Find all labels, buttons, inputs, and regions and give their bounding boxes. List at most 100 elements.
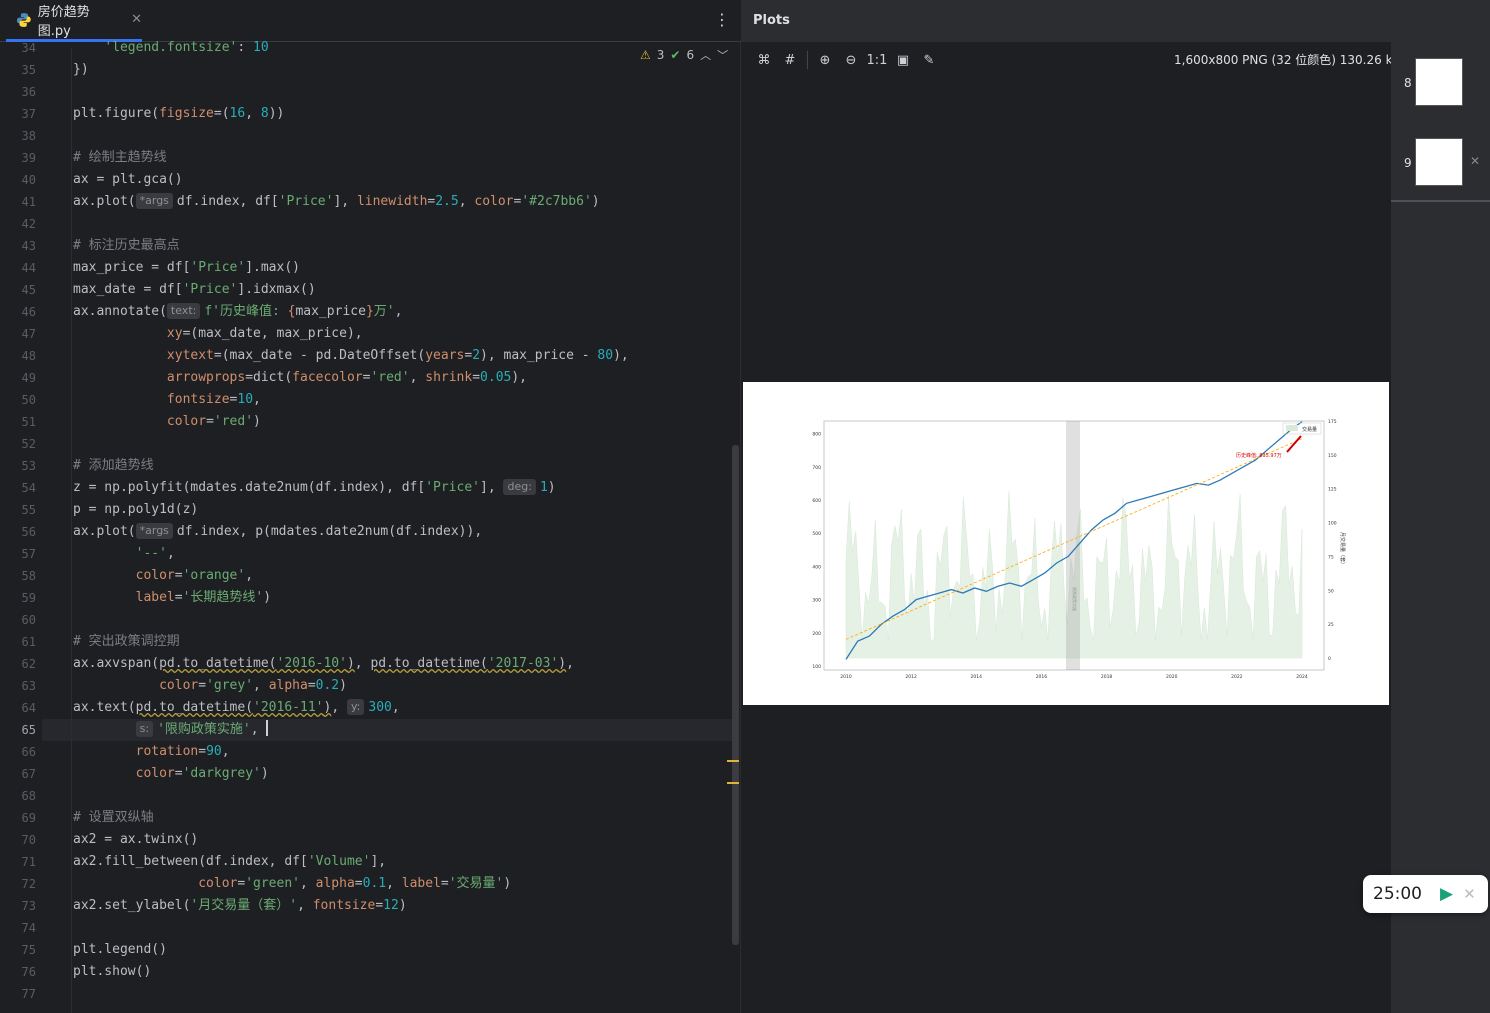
warning-icon: ⚠ (640, 48, 651, 62)
line-number: 64 (21, 701, 36, 715)
code-line: s: '限购政策实施', (73, 719, 269, 741)
y2-tick-label: 175 (1328, 419, 1337, 425)
line-number: 67 (21, 767, 36, 781)
close-icon[interactable]: ✕ (1463, 885, 1476, 903)
code-line: # 标注历史最高点 (73, 238, 180, 253)
line-number: 76 (21, 965, 36, 979)
line-number: 72 (21, 877, 36, 891)
y2-tick-label: 50 (1328, 588, 1334, 594)
thumbnail-number: 9 (1404, 156, 1412, 170)
y-tick-label: 800 (812, 432, 821, 438)
code-line: ax.text(pd.to_datetime('2016-11'), y: 300… (73, 699, 400, 715)
line-number: 48 (21, 349, 36, 363)
y-tick-label: 500 (812, 531, 821, 537)
code-line: z = np.polyfit(mdates.date2num(df.index)… (73, 479, 556, 495)
line-number: 53 (21, 459, 36, 473)
x-tick-label: 2014 (971, 674, 983, 680)
line-number: 39 (21, 151, 36, 165)
crop-icon[interactable]: # (777, 50, 803, 70)
line-number: 62 (21, 657, 36, 671)
plots-panel: Plots ⌘ # ⊕ ⊖ 1:1 ▣ ✎ 1,600x800 PNG (32 … (741, 0, 1490, 1013)
more-vertical-icon[interactable]: ⋮ (714, 10, 730, 30)
param-hint: *args (135, 523, 173, 539)
x-tick-label: 2016 (1036, 674, 1048, 680)
line-number: 61 (21, 635, 36, 649)
line-number: 47 (21, 327, 36, 341)
code-line: ax2.set_ylabel('月交易量（套）', fontsize=12) (73, 898, 407, 913)
close-icon[interactable]: ✕ (131, 12, 142, 27)
chevron-down-icon[interactable]: ﹀ (717, 47, 728, 63)
y-tick-label: 600 (812, 498, 821, 504)
line-number: 60 (21, 613, 36, 627)
thumbnail-item-selected[interactable]: 9 ✕ (1391, 122, 1490, 202)
code-line: 'legend.fontsize': 10 (104, 40, 269, 55)
tab-label: 房价趋势图.py (37, 4, 90, 39)
code-editor[interactable]: 房价趋势图.py ✕ ⋮ ⚠ 3 ✔ 6 ︿ ﹀ 34 35 36 37 38 39 40 41 4… (0, 0, 741, 1013)
line-number: 36 (21, 85, 36, 99)
annotation-text: 历史峰值: 835.97万 (1236, 452, 1282, 459)
x-tick-label: 2010 (840, 674, 852, 680)
line-number: 57 (21, 547, 36, 561)
plots-thumbnail-list: 8 9 ✕ (1391, 42, 1490, 1013)
play-icon[interactable]: ▶ (1440, 884, 1453, 904)
chevron-up-icon[interactable]: ︿ (700, 47, 711, 63)
tab-file[interactable]: 房价趋势图.py ✕ (6, 0, 142, 42)
image-icon[interactable]: ▣ (890, 50, 916, 70)
line-number: 51 (21, 415, 36, 429)
line-number: 50 (21, 393, 36, 407)
line-number: 75 (21, 943, 36, 957)
close-icon[interactable]: ✕ (1470, 154, 1480, 168)
code-line: rotation=90, (135, 744, 230, 759)
line-number: 41 (21, 195, 36, 209)
zoom-in-icon[interactable]: ⊕ (812, 50, 838, 70)
warning-marker[interactable] (727, 760, 739, 762)
code-line: plt.legend() (73, 942, 167, 957)
code-line: fontsize=10, (166, 392, 261, 407)
plots-toolbar: ⌘ # ⊕ ⊖ 1:1 ▣ ✎ (751, 50, 942, 70)
zoom-out-icon[interactable]: ⊖ (838, 50, 864, 70)
code-line: }) (73, 62, 89, 77)
code-line: # 绘制主趋势线 (73, 150, 167, 165)
line-number: 58 (21, 569, 36, 583)
line-number: 54 (21, 481, 36, 495)
code-line: ax.annotate(text: f'历史峰值: {max_price}万', (73, 303, 403, 319)
y-tick-label: 200 (812, 631, 821, 637)
color-picker-icon[interactable]: ✎ (916, 50, 942, 70)
line-number: 34 (21, 41, 36, 55)
line-number: 40 (21, 173, 36, 187)
line-number: 45 (21, 283, 36, 297)
line-number: 77 (21, 987, 36, 1001)
text-caret (266, 720, 269, 736)
warning-count: 3 (656, 48, 665, 62)
param-hint: s: (135, 721, 154, 737)
python-file-icon (16, 12, 31, 27)
legend-label: 交易量 (1302, 426, 1317, 433)
code-line: color='orange', (135, 568, 254, 583)
code-line: # 设置双纵轴 (73, 810, 154, 825)
line-number: 38 (21, 129, 36, 143)
fit-window-icon[interactable]: ⌘ (751, 50, 777, 70)
line-number: 63 (21, 679, 36, 693)
check-count: 6 (686, 48, 695, 62)
thumbnail-image (1415, 138, 1463, 186)
line-number: 69 (21, 811, 36, 825)
y2-tick-label: 150 (1328, 453, 1337, 459)
warning-marker[interactable] (727, 782, 739, 784)
inspection-widget[interactable]: ⚠ 3 ✔ 6 ︿ ﹀ (640, 47, 728, 63)
line-number: 43 (21, 239, 36, 253)
code-line: plt.show() (73, 964, 152, 979)
code-line: ax.plot(*args df.index, p(mdates.date2num… (73, 523, 483, 539)
vertical-scrollbar[interactable] (732, 445, 739, 945)
y-tick-label: 300 (812, 598, 821, 604)
line-number: 52 (21, 437, 36, 451)
annotation-arrow (1286, 435, 1302, 453)
y-tick-label: 100 (812, 664, 821, 670)
param-hint: *args (135, 193, 173, 209)
actual-size-button[interactable]: 1:1 (864, 50, 890, 70)
plot-image[interactable]: 限购政策实施 2010 2012 2014 2016 2018 2020 2022 2024 … (743, 382, 1389, 705)
thumbnail-item[interactable]: 8 (1391, 42, 1490, 122)
y-tick-label: 400 (812, 564, 821, 570)
line-number: 55 (21, 503, 36, 517)
indent-guide (71, 48, 72, 1013)
x-tick-label: 2020 (1166, 674, 1178, 680)
